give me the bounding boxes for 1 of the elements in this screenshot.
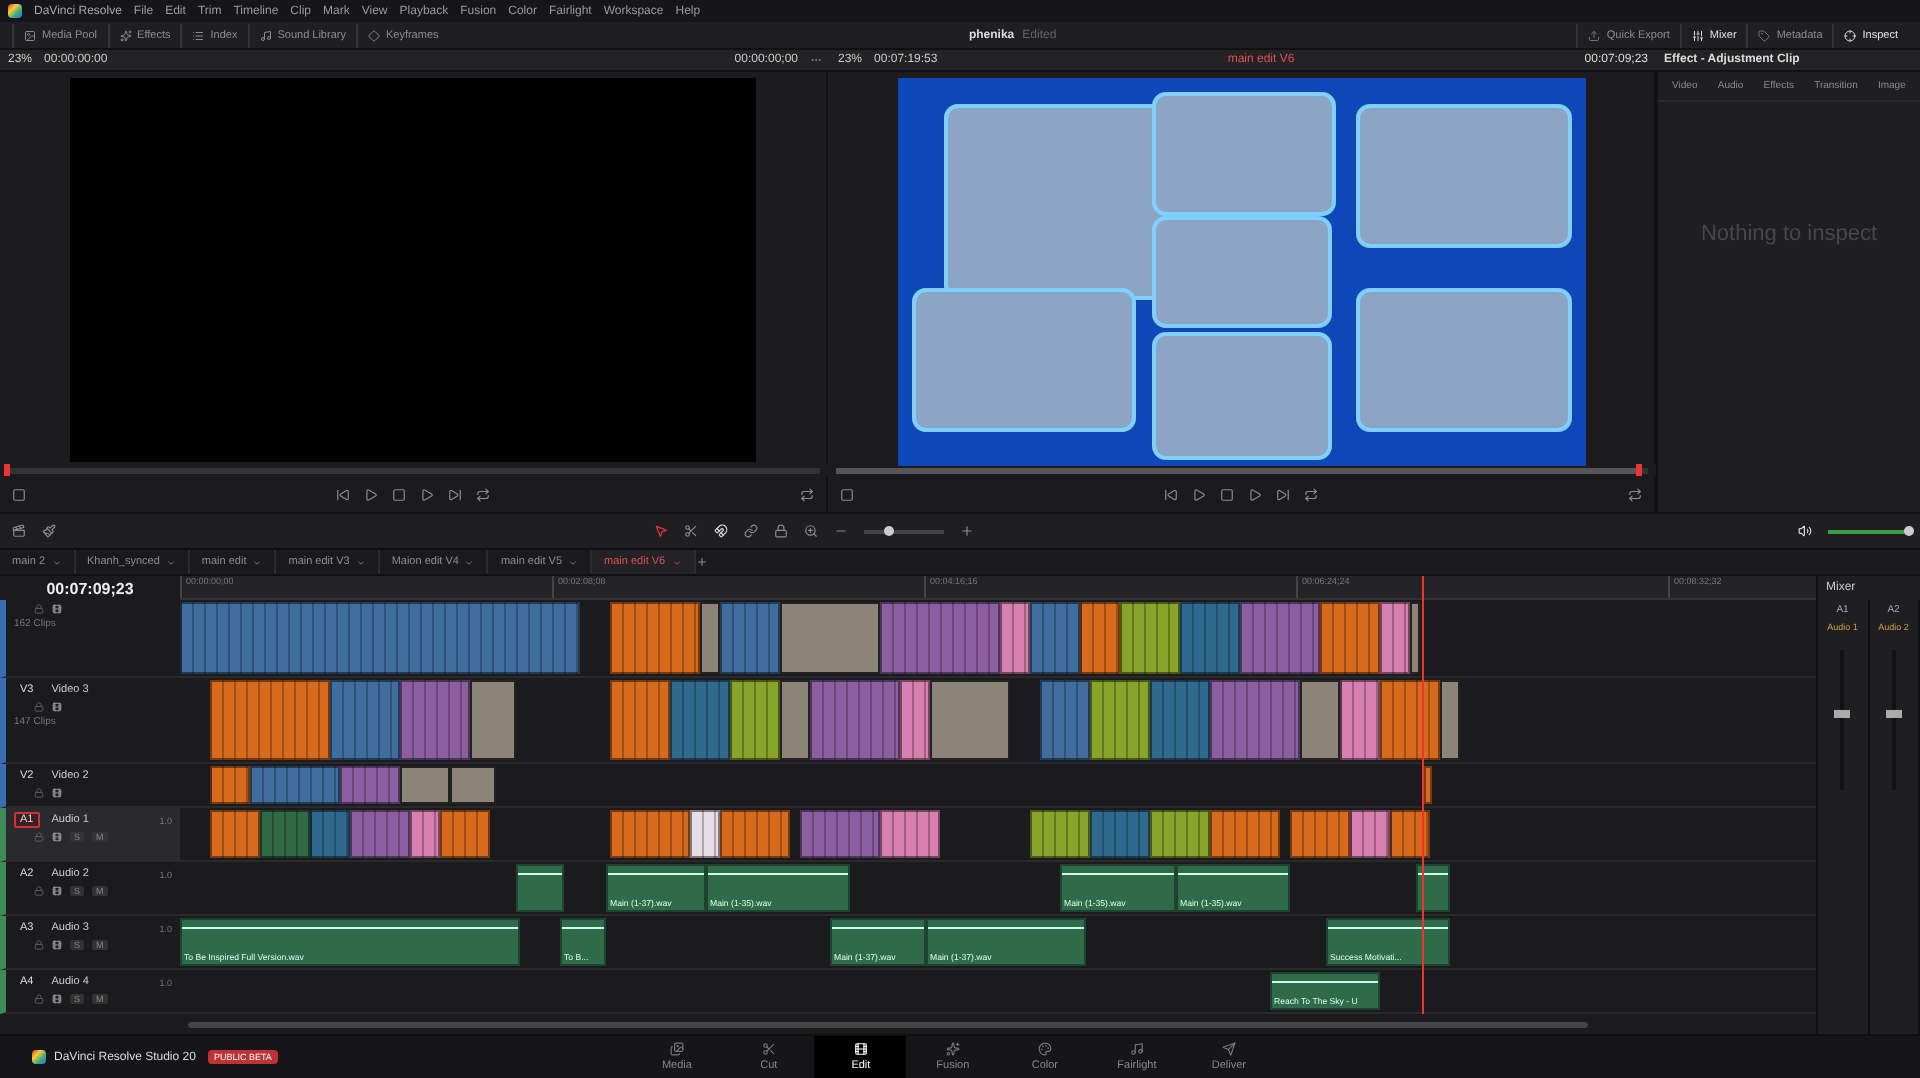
timecode: 00:07:09;23 — [46, 579, 134, 597]
